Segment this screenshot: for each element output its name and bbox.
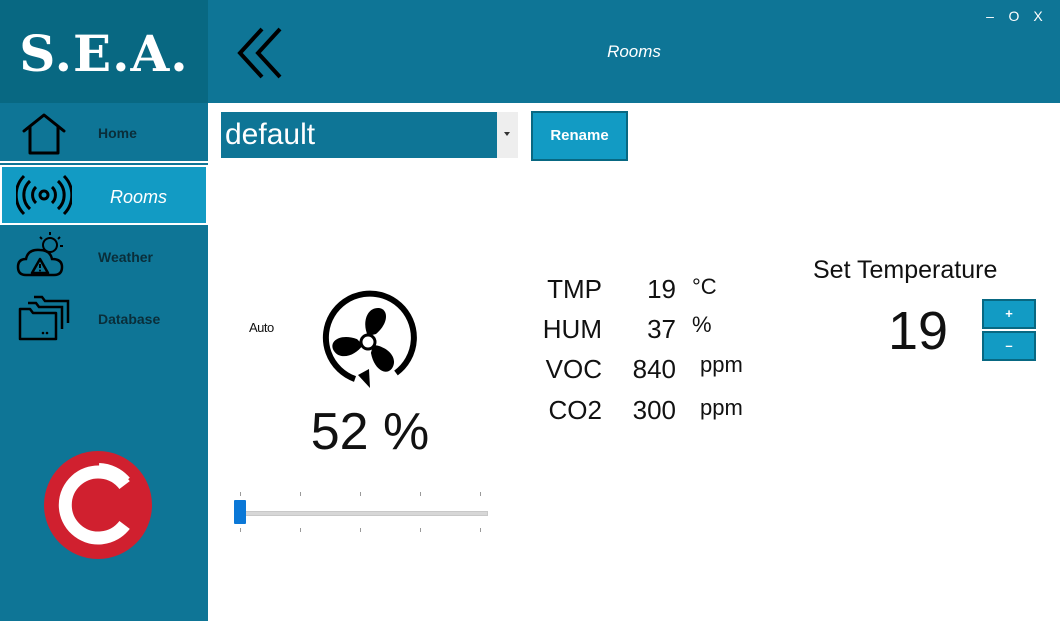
sidebar-item-weather[interactable]: Weather — [0, 227, 208, 287]
reading-name: CO2 — [548, 395, 602, 425]
reading-unit: ppm — [700, 395, 743, 420]
slider-thumb[interactable] — [234, 500, 246, 524]
slider-track — [238, 511, 488, 516]
weather-warning-icon — [14, 229, 70, 277]
sidebar-item-label: Database — [98, 311, 161, 327]
sidebar-item-label: Rooms — [110, 187, 168, 207]
minimize-button[interactable]: – — [978, 8, 1002, 24]
sidebar-item-home[interactable]: Home — [0, 103, 208, 163]
slider-tick — [240, 528, 241, 532]
reading-row-tmp: TMP 19 °C — [520, 274, 780, 310]
brand-logo — [44, 451, 152, 559]
room-select[interactable]: default — [221, 112, 497, 158]
reading-value: 840 — [632, 354, 676, 384]
reading-unit: % — [692, 312, 712, 337]
slider-tick — [480, 492, 481, 496]
decrease-temperature-button[interactable]: – — [982, 331, 1036, 361]
fan-speed-slider[interactable] — [232, 490, 490, 534]
reading-unit: °C — [692, 274, 717, 299]
slider-tick — [300, 492, 301, 496]
reading-row-co2: CO2 300 ppm — [520, 395, 780, 431]
rename-button[interactable]: Rename — [531, 111, 628, 161]
top-bar: Rooms – O X — [208, 0, 1060, 103]
reading-name: VOC — [545, 354, 602, 384]
set-temperature-label: Set Temperature — [813, 256, 998, 284]
close-button[interactable]: X — [1026, 8, 1050, 24]
dropdown-arrow-icon[interactable] — [497, 112, 518, 158]
reading-name: TMP — [547, 274, 602, 304]
sidebar-item-database[interactable]: Database — [0, 289, 208, 349]
slider-tick — [420, 528, 421, 532]
slider-tick — [480, 528, 481, 532]
reading-row-voc: VOC 840 ppm — [520, 352, 780, 390]
reading-unit: ppm — [700, 352, 743, 377]
fan-speed-value: 52 % — [310, 403, 430, 461]
reading-name: HUM — [542, 314, 602, 344]
reading-value: 300 — [632, 395, 676, 425]
broadcast-icon — [16, 171, 72, 219]
slider-tick — [360, 492, 361, 496]
logo-area: S.E.A. — [0, 0, 208, 103]
fan-icon[interactable] — [318, 288, 422, 392]
slider-tick — [240, 492, 241, 496]
sidebar-item-label: Weather — [98, 249, 153, 265]
app-logo: S.E.A. — [19, 24, 189, 83]
window-controls: – O X — [978, 8, 1050, 24]
maximize-button[interactable]: O — [1002, 8, 1026, 24]
page-title: Rooms — [607, 42, 661, 61]
home-icon — [16, 109, 72, 157]
slider-tick — [420, 492, 421, 496]
sidebar-item-label: Home — [98, 125, 137, 141]
reading-value: 37 — [647, 314, 676, 344]
slider-tick — [360, 528, 361, 532]
fan-mode-label: Auto — [249, 320, 274, 335]
sidebar-item-rooms[interactable]: Rooms — [0, 165, 208, 225]
set-temperature-value: 19 — [887, 301, 949, 361]
reading-value: 19 — [647, 274, 676, 304]
increase-temperature-button[interactable]: + — [982, 299, 1036, 329]
slider-tick — [300, 528, 301, 532]
folders-icon — [16, 293, 72, 341]
sidebar: S.E.A. Home Rooms Weather Database — [0, 0, 208, 621]
reading-row-hum: HUM 37 % — [520, 312, 780, 350]
